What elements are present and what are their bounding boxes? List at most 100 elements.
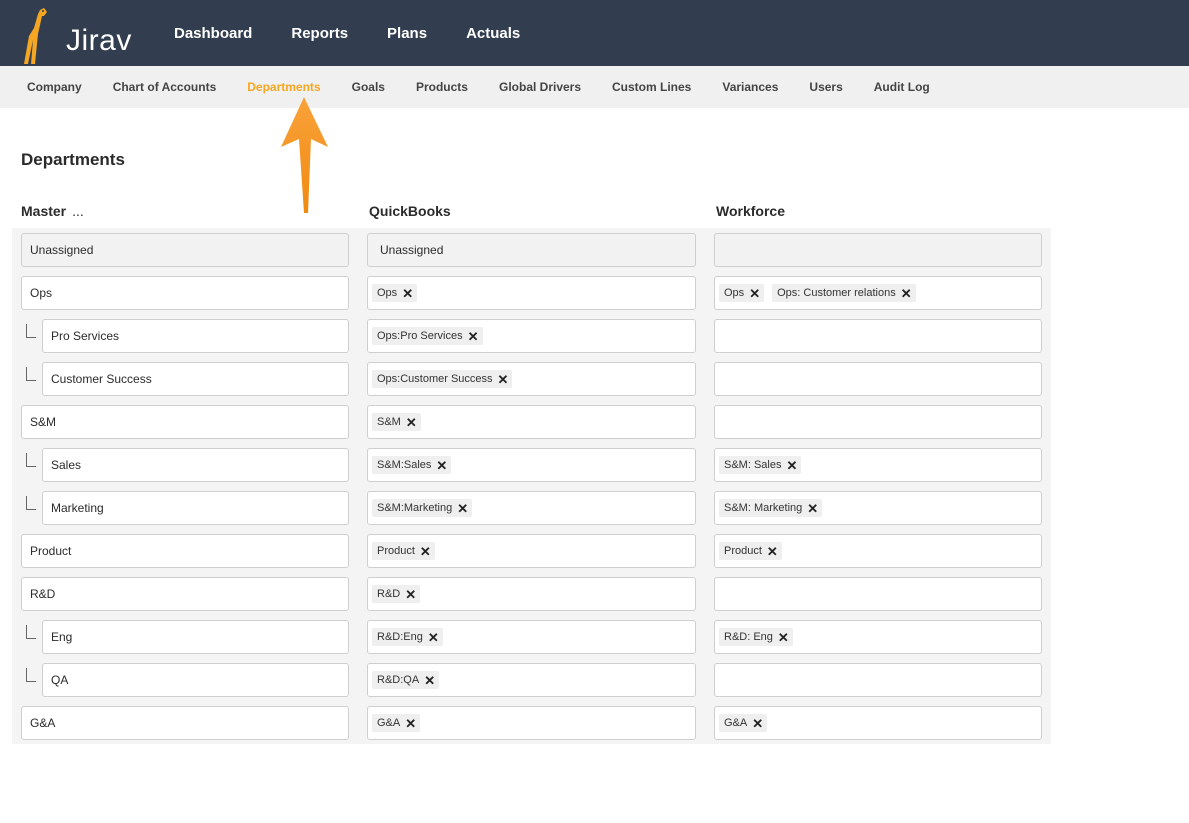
master-department-field[interactable]: Pro Services	[42, 319, 349, 353]
quickbooks-mapping-field[interactable]: Ops ✕	[367, 276, 696, 310]
quickbooks-mapping-field: Unassigned	[367, 233, 696, 267]
remove-tag-icon[interactable]: ✕	[405, 588, 416, 601]
quickbooks-mapping-field[interactable]: Product ✕	[367, 534, 696, 568]
workforce-tag: Product ✕	[719, 542, 782, 560]
subnav-chart-of-accounts[interactable]: Chart of Accounts	[113, 80, 217, 94]
workforce-mapping-field[interactable]	[714, 405, 1042, 439]
remove-tag-icon[interactable]: ✕	[749, 287, 760, 300]
remove-tag-icon[interactable]: ✕	[901, 287, 912, 300]
remove-tag-icon[interactable]: ✕	[402, 287, 413, 300]
tree-elbow-icon	[26, 324, 36, 338]
master-department-field[interactable]: Ops	[21, 276, 349, 310]
master-department-field[interactable]: R&D	[21, 577, 349, 611]
department-row: Sales S&M:Sales ✕ S&M: Sales ✕	[12, 443, 1051, 486]
quickbooks-mapping-text: Unassigned	[380, 243, 444, 257]
remove-tag-icon[interactable]: ✕	[767, 545, 778, 558]
remove-tag-icon[interactable]: ✕	[405, 717, 416, 730]
remove-tag-icon[interactable]: ✕	[457, 502, 468, 515]
remove-tag-icon[interactable]: ✕	[786, 459, 797, 472]
subnav-company[interactable]: Company	[27, 80, 82, 94]
quickbooks-tag: Ops ✕	[372, 284, 418, 302]
department-row: Marketing S&M:Marketing ✕ S&M: Marketing ✕	[12, 486, 1051, 529]
quickbooks-tag: R&D:QA ✕	[372, 671, 440, 689]
nav-dashboard[interactable]: Dashboard	[174, 25, 252, 42]
workforce-tag-label: Ops	[724, 287, 745, 299]
workforce-mapping-field[interactable]	[714, 663, 1042, 697]
master-department-field[interactable]: S&M	[21, 405, 349, 439]
workforce-tag: S&M: Marketing ✕	[719, 499, 823, 517]
subnav-custom-lines[interactable]: Custom Lines	[612, 80, 691, 94]
workforce-mapping-field	[714, 233, 1042, 267]
master-department-field[interactable]: Sales	[42, 448, 349, 482]
quickbooks-tag: G&A ✕	[372, 714, 421, 732]
remove-tag-icon[interactable]: ✕	[807, 502, 818, 515]
remove-tag-icon[interactable]: ✕	[436, 459, 447, 472]
workforce-mapping-field[interactable]	[714, 319, 1042, 353]
quickbooks-mapping-field[interactable]: G&A ✕	[367, 706, 696, 740]
column-header-workforce: Workforce	[716, 203, 785, 219]
quickbooks-mapping-field[interactable]: S&M:Marketing ✕	[367, 491, 696, 525]
workforce-mapping-field[interactable]: G&A ✕	[714, 706, 1042, 740]
quickbooks-mapping-field[interactable]: Ops:Pro Services ✕	[367, 319, 696, 353]
quickbooks-mapping-field[interactable]: R&D:QA ✕	[367, 663, 696, 697]
remove-tag-icon[interactable]: ✕	[778, 631, 789, 644]
quickbooks-mapping-field[interactable]: R&D ✕	[367, 577, 696, 611]
workforce-tag-label: R&D: Eng	[724, 631, 773, 643]
nav-plans[interactable]: Plans	[387, 25, 427, 42]
workforce-mapping-field[interactable]: S&M: Marketing ✕	[714, 491, 1042, 525]
master-department-field[interactable]: Marketing	[42, 491, 349, 525]
subnav-variances[interactable]: Variances	[722, 80, 778, 94]
quickbooks-tag: S&M:Marketing ✕	[372, 499, 473, 517]
nav-reports[interactable]: Reports	[291, 25, 348, 42]
subnav-goals[interactable]: Goals	[352, 80, 385, 94]
remove-tag-icon[interactable]: ✕	[424, 674, 435, 687]
subnav-departments[interactable]: Departments	[247, 80, 320, 94]
column-header-quickbooks: QuickBooks	[369, 203, 451, 219]
workforce-mapping-field[interactable]: R&D: Eng ✕	[714, 620, 1042, 654]
master-department-field[interactable]: Customer Success	[42, 362, 349, 396]
quickbooks-tag-label: S&M:Sales	[377, 459, 432, 471]
quickbooks-tag: S&M ✕	[372, 413, 421, 431]
workforce-mapping-field[interactable]	[714, 577, 1042, 611]
quickbooks-mapping-field[interactable]: S&M:Sales ✕	[367, 448, 696, 482]
master-department-field[interactable]: Product	[21, 534, 349, 568]
department-row: QA R&D:QA ✕	[12, 658, 1051, 701]
remove-tag-icon[interactable]: ✕	[468, 330, 479, 343]
remove-tag-icon[interactable]: ✕	[420, 545, 431, 558]
remove-tag-icon[interactable]: ✕	[498, 373, 509, 386]
workforce-mapping-field[interactable]: S&M: Sales ✕	[714, 448, 1042, 482]
master-department-field[interactable]: Eng	[42, 620, 349, 654]
subnav-users[interactable]: Users	[809, 80, 842, 94]
tree-elbow-icon	[26, 367, 36, 381]
subnav-audit-log[interactable]: Audit Log	[874, 80, 930, 94]
quickbooks-mapping-field[interactable]: Ops:Customer Success ✕	[367, 362, 696, 396]
master-more-menu[interactable]: ...	[72, 203, 84, 219]
jirav-logo[interactable]: Jirav	[18, 6, 131, 66]
quickbooks-mapping-field[interactable]: R&D:Eng ✕	[367, 620, 696, 654]
annotation-arrow-icon	[281, 97, 328, 213]
subnav-products[interactable]: Products	[416, 80, 468, 94]
quickbooks-tag: Ops:Customer Success ✕	[372, 370, 513, 388]
master-department-field[interactable]: G&A	[21, 706, 349, 740]
quickbooks-tag: Product ✕	[372, 542, 435, 560]
subnav-global-drivers[interactable]: Global Drivers	[499, 80, 581, 94]
workforce-mapping-field[interactable]: Product ✕	[714, 534, 1042, 568]
remove-tag-icon[interactable]: ✕	[406, 416, 417, 429]
workforce-mapping-field[interactable]: Ops ✕ Ops: Customer relations ✕	[714, 276, 1042, 310]
tree-elbow-icon	[26, 668, 36, 682]
quickbooks-tag: R&D:Eng ✕	[372, 628, 443, 646]
quickbooks-tag-label: Product	[377, 545, 415, 557]
quickbooks-mapping-field[interactable]: S&M ✕	[367, 405, 696, 439]
workforce-mapping-field[interactable]	[714, 362, 1042, 396]
department-mapping-table: Unassigned Unassigned Ops Ops ✕ Ops ✕ Ops: Cust…	[12, 228, 1051, 744]
logo-text: Jirav	[66, 24, 132, 57]
remove-tag-icon[interactable]: ✕	[752, 717, 763, 730]
department-row: S&M S&M ✕	[12, 400, 1051, 443]
nav-actuals[interactable]: Actuals	[466, 25, 520, 42]
quickbooks-tag: Ops:Pro Services ✕	[372, 327, 483, 345]
master-header-label: Master	[21, 203, 67, 219]
tree-elbow-icon	[26, 496, 36, 510]
master-department-field[interactable]: QA	[42, 663, 349, 697]
remove-tag-icon[interactable]: ✕	[428, 631, 439, 644]
workforce-tag-label: G&A	[724, 717, 748, 729]
